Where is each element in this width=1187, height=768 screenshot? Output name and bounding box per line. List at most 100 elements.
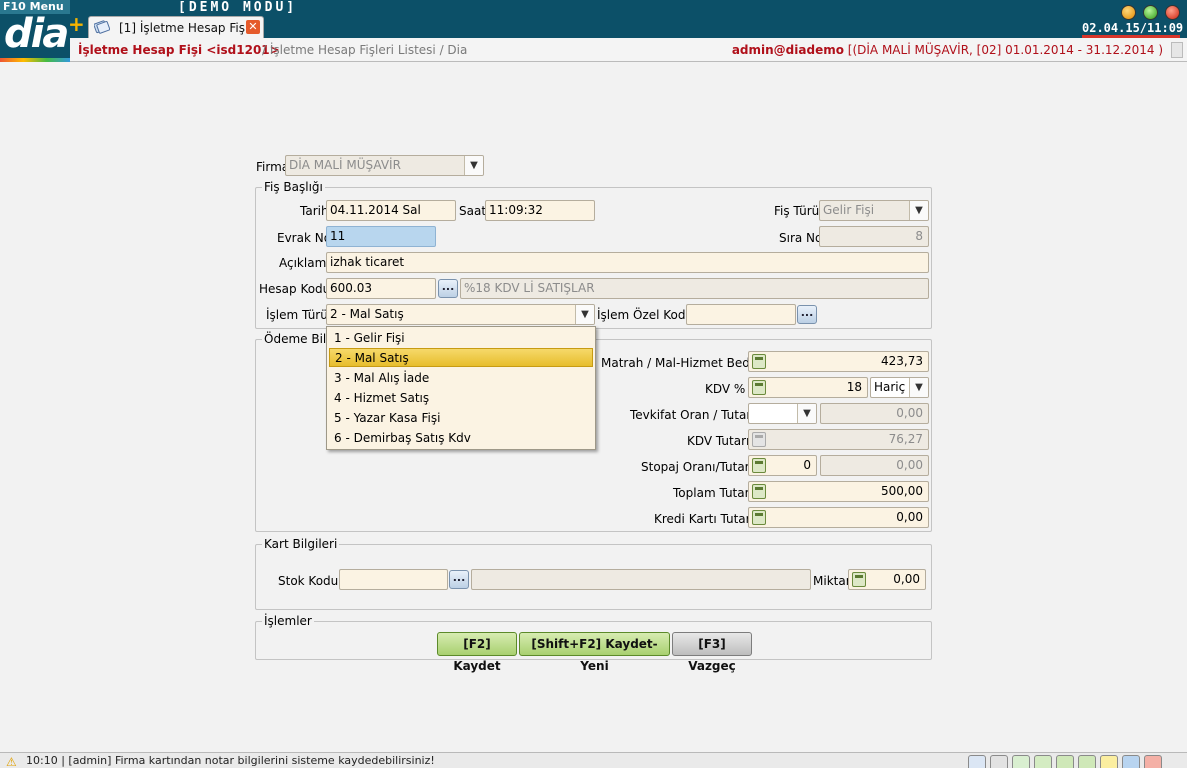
calculator-icon[interactable] <box>752 380 766 395</box>
kdv-tutari-label: KDV Tutarı <box>687 434 750 448</box>
islem-turu-dropdown-list: 1 - Gelir Fişi 2 - Mal Satış 3 - Mal Alı… <box>326 326 596 450</box>
title-bar: F10 Menu [DEMO MODU] + [1] İşletme Hesap… <box>0 0 1187 38</box>
settings-icon[interactable] <box>1122 755 1140 768</box>
calculator-icon[interactable] <box>852 572 866 587</box>
status-message: 10:10 | [admin] Firma kartından notar bi… <box>26 754 435 767</box>
stok-kodu-field[interactable] <box>339 569 448 590</box>
matrah-value: 423,73 <box>881 354 923 368</box>
chevron-down-icon[interactable]: ▼ <box>909 201 928 220</box>
kdv-rate-value: 18 <box>846 380 862 394</box>
fis-turu-select[interactable]: Gelir Fişi ▼ <box>819 200 929 221</box>
evrak-no-field[interactable]: 11 <box>326 226 436 247</box>
kredi-karti-field[interactable]: 0,00 <box>748 507 929 528</box>
stopaj-amount-field: 0,00 <box>820 455 929 476</box>
power-icon[interactable] <box>1144 755 1162 768</box>
stopaj-rate-field[interactable]: 0 <box>748 455 817 476</box>
chevron-down-icon[interactable]: ▼ <box>464 156 483 175</box>
hesap-kodu-lookup-button[interactable]: ... <box>438 279 458 298</box>
saat-label: Saat <box>459 204 487 218</box>
dropdown-option[interactable]: 5 - Yazar Kasa Fişi <box>329 409 593 428</box>
miktar-value: 0,00 <box>893 572 920 586</box>
kdv-tutari-field: 76,27 <box>748 429 929 450</box>
aciklama-field[interactable]: izhak ticaret <box>326 252 929 273</box>
help-icon[interactable] <box>968 755 986 768</box>
sira-no-field: 8 <box>819 226 929 247</box>
plugin-icon[interactable] <box>1056 755 1074 768</box>
islem-ozel-kodu-lookup-button[interactable]: ... <box>797 305 817 324</box>
matrah-field[interactable]: 423,73 <box>748 351 929 372</box>
chevron-down-icon[interactable]: ▼ <box>909 378 928 397</box>
sira-no-label: Sıra No <box>779 231 823 245</box>
tools-icon[interactable] <box>990 755 1008 768</box>
hesap-kodu-field[interactable]: 600.03 <box>326 278 436 299</box>
tevkifat-rate-select[interactable]: ▼ <box>748 403 817 424</box>
maximize-icon[interactable] <box>1143 5 1158 20</box>
kdv-mode-select[interactable]: Hariç ▼ <box>870 377 929 398</box>
page-title: İşletme Hesap Fişi <isd1201> <box>78 43 280 57</box>
fis-turu-value: Gelir Fişi <box>823 203 875 217</box>
warning-icon: ⚠ <box>6 755 17 768</box>
tab-label: [1] İşletme Hesap Fişi <box>119 21 249 35</box>
demo-mode-label: [DEMO MODU] <box>178 0 298 15</box>
calculator-icon[interactable] <box>752 458 766 473</box>
minimize-icon[interactable] <box>1121 5 1136 20</box>
evrak-no-label: Evrak No <box>277 231 332 245</box>
tarih-label: Tarih <box>300 204 329 218</box>
kdv-tutari-value: 76,27 <box>888 432 923 446</box>
toplam-tutar-value: 500,00 <box>881 484 923 498</box>
dropdown-option[interactable]: 1 - Gelir Fişi <box>329 329 593 348</box>
kredi-karti-label: Kredi Kartı Tutarı <box>654 512 754 526</box>
breadcrumb-path[interactable]: / İşletme Hesap Fişleri Listesi / Dia <box>262 43 467 57</box>
user-name: admin@diademo <box>731 43 844 57</box>
miktar-label: Miktar <box>813 574 851 588</box>
user-context: admin@diademo [(DİA MALİ MÜŞAVİR, [02] 0… <box>732 43 1163 57</box>
stopaj-label: Stopaj Oranı/Tutarı <box>641 460 753 474</box>
firma-select[interactable]: DİA MALİ MÜŞAVİR ▼ <box>285 155 484 176</box>
new-tab-plus-icon[interactable]: + <box>68 14 85 34</box>
toplam-tutar-label: Toplam Tutar <box>673 486 750 500</box>
logo-color-strip <box>0 58 70 62</box>
islem-turu-label: İşlem Türü <box>266 308 328 322</box>
kdv-mode-value: Hariç <box>874 380 906 394</box>
saat-field[interactable]: 11:09:32 <box>485 200 595 221</box>
islem-ozel-kodu-label: İşlem Özel Kodu <box>597 308 694 322</box>
tarih-field[interactable]: 04.11.2014 Sal <box>326 200 456 221</box>
fis-turu-label: Fiş Türü <box>774 204 820 218</box>
tevkifat-amount-field: 0,00 <box>820 403 929 424</box>
matrah-label: Matrah / Mal-Hizmet Bedeli <box>601 356 764 370</box>
list-icon[interactable] <box>1012 755 1030 768</box>
cancel-button[interactable]: [F3] Vazgeç <box>672 632 752 673</box>
calculator-icon <box>752 432 766 447</box>
dropdown-option[interactable]: 3 - Mal Alış İade <box>329 369 593 388</box>
stopaj-rate-value: 0 <box>803 458 811 472</box>
refresh-icon[interactable] <box>1034 755 1052 768</box>
kdv-rate-field[interactable]: 18 <box>748 377 868 398</box>
save-button[interactable]: [F2] Kaydet <box>437 632 517 673</box>
calculator-icon[interactable] <box>752 484 766 499</box>
dia-logo: dia <box>4 11 69 57</box>
save-new-button[interactable]: [Shift+F2] Kaydet-Yeni <box>519 632 670 673</box>
breadcrumb-scroll-handle[interactable] <box>1171 42 1183 58</box>
chevron-down-icon[interactable]: ▼ <box>797 404 816 423</box>
close-tab-icon[interactable]: ✕ <box>246 20 260 34</box>
islemler-title: İşlemler <box>262 614 314 628</box>
kart-bilgileri-title: Kart Bilgileri <box>262 537 340 551</box>
smiley-icon[interactable] <box>1100 755 1118 768</box>
islem-ozel-kodu-field[interactable] <box>686 304 796 325</box>
calculator-icon[interactable] <box>752 354 766 369</box>
miktar-field[interactable]: 0,00 <box>848 569 926 590</box>
dropdown-option[interactable]: 4 - Hizmet Satış <box>329 389 593 408</box>
tab-isletme-hesap-fisi[interactable]: [1] İşletme Hesap Fişi ✕ <box>88 16 264 38</box>
document-tab-icon <box>94 20 110 34</box>
dropdown-option[interactable]: 6 - Demirbaş Satış Kdv <box>329 429 593 448</box>
calculator-icon[interactable] <box>752 510 766 525</box>
close-window-icon[interactable] <box>1165 5 1180 20</box>
status-bar: ⚠ 10:10 | [admin] Firma kartından notar … <box>0 752 1187 768</box>
dropdown-option-selected[interactable]: 2 - Mal Satış <box>329 348 593 367</box>
stok-kodu-lookup-button[interactable]: ... <box>449 570 469 589</box>
islem-turu-select[interactable]: 2 - Mal Satış ▼ <box>326 304 595 325</box>
chevron-down-icon[interactable]: ▼ <box>575 305 594 324</box>
hesap-kodu-label: Hesap Kodu <box>259 282 331 296</box>
user-icon[interactable] <box>1078 755 1096 768</box>
toplam-tutar-field[interactable]: 500,00 <box>748 481 929 502</box>
